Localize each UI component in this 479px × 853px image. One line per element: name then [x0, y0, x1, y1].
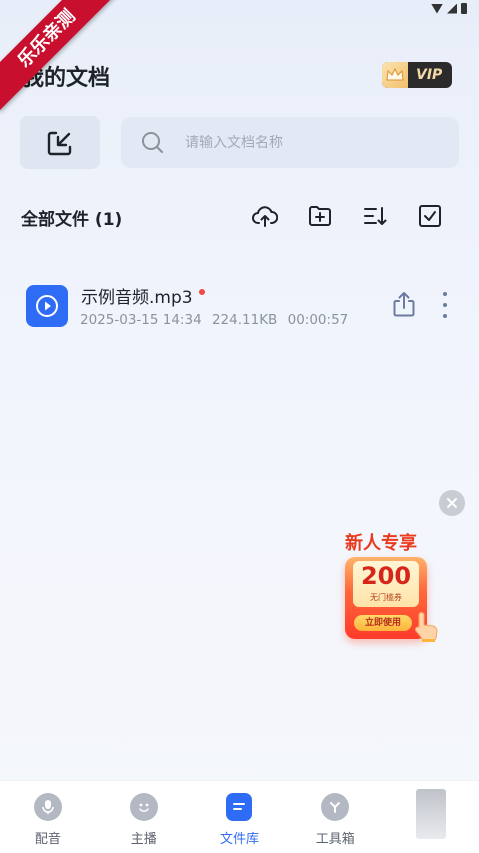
sort-icon	[363, 207, 386, 225]
coupon-face: 200 无门槛券	[353, 561, 419, 607]
cloud-upload-button[interactable]	[237, 202, 292, 230]
new-user-coupon-promo[interactable]: 新人专享 200 无门槛券 立即使用	[335, 525, 445, 655]
use-now-button[interactable]: 立即使用	[354, 615, 412, 631]
signal-icon	[447, 3, 457, 14]
close-icon	[447, 498, 457, 508]
battery-icon	[461, 3, 467, 14]
select-checkbox-icon	[418, 205, 441, 227]
file-date: 2025-03-15 14:34	[80, 312, 202, 328]
tab-dubbing[interactable]: 配音	[0, 781, 96, 853]
more-options-button[interactable]	[441, 292, 449, 318]
file-name: 示例音频.mp3	[81, 283, 205, 308]
tab-anchor[interactable]: 主播	[96, 781, 192, 853]
search-icon	[142, 131, 163, 153]
sort-button[interactable]	[347, 202, 402, 230]
tab-toolbox[interactable]: 工具箱	[287, 781, 383, 853]
status-icons	[431, 3, 467, 14]
play-icon	[36, 295, 58, 317]
import-button[interactable]	[20, 116, 100, 169]
close-promo-button[interactable]	[439, 490, 465, 516]
coupon-subtitle: 无门槛券	[370, 593, 402, 602]
search-input[interactable]	[185, 134, 435, 151]
coupon-amount: 200	[360, 562, 412, 590]
thumbnail-image	[416, 789, 447, 839]
pointing-hand-icon	[415, 612, 438, 642]
wifi-icon	[431, 3, 443, 14]
tab-label: 主播	[130, 832, 157, 847]
new-folder-icon	[308, 206, 331, 226]
tab-file-library[interactable]: 文件库	[192, 781, 288, 853]
share-button[interactable]	[391, 290, 417, 318]
tab-label: 工具箱	[315, 832, 355, 847]
tab-label: 文件库	[219, 832, 259, 847]
crown-icon	[382, 62, 408, 88]
audio-file-icon	[26, 285, 68, 327]
file-name-text: 示例音频.mp3	[81, 288, 193, 308]
search-box[interactable]	[121, 117, 459, 168]
vip-label: VIP	[416, 67, 443, 83]
dot-icon	[443, 303, 447, 307]
select-button[interactable]	[402, 202, 457, 230]
dot-icon	[443, 314, 447, 318]
promo-title: 新人专享	[345, 533, 417, 554]
unread-dot	[198, 289, 205, 295]
new-folder-button[interactable]	[292, 202, 347, 230]
tab-label: 配音	[34, 832, 61, 847]
import-icon	[47, 131, 72, 155]
face-icon	[129, 793, 158, 821]
tab-extra[interactable]	[383, 781, 479, 853]
file-duration: 00:00:57	[287, 312, 349, 328]
file-size: 224.11KB	[211, 312, 278, 328]
microphone-icon	[33, 793, 62, 821]
toolbox-icon	[321, 793, 350, 821]
cloud-upload-icon	[251, 206, 278, 227]
bottom-tab-bar: 配音 主播 文件库 工具箱	[0, 780, 479, 853]
file-library-icon	[226, 793, 253, 821]
vip-button[interactable]: VIP	[382, 62, 452, 88]
file-toolbar	[237, 202, 457, 230]
files-heading: 全部文件 (1)	[21, 210, 123, 230]
share-icon	[393, 292, 415, 317]
file-meta: 2025-03-15 14:34 224.11KB 00:00:57	[80, 312, 354, 328]
dot-icon	[443, 292, 447, 296]
file-list-item[interactable]: 示例音频.mp3 2025-03-15 14:34 224.11KB 00:00…	[0, 270, 479, 342]
